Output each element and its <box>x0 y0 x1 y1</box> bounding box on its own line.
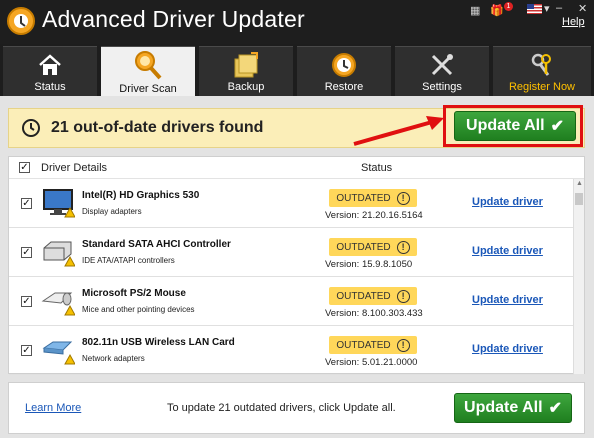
driver-table: ✓ Driver Details Status ✓ Intel(R) HD Gr… <box>8 156 585 375</box>
scroll-up-icon[interactable]: ▲ <box>576 180 583 187</box>
table-row: ✓ Microsoft PS/2 Mouse Mice and other po… <box>9 277 574 326</box>
driver-version: Version: 5.01.21.0000 <box>325 357 418 368</box>
footer-update-all-button[interactable]: Update All ✔ <box>454 393 572 423</box>
main-content: 21 out-of-date drivers found ✓ Driver De… <box>0 96 594 438</box>
warning-icon: ! <box>396 240 410 254</box>
status-badge: OUTDATED! <box>329 238 417 256</box>
clock-restore-icon <box>332 53 356 77</box>
table-row: ✓ Standard SATA AHCI Controller IDE ATA/… <box>9 228 574 277</box>
main-tabs: Status Driver Scan Backup Restore Settin… <box>0 44 594 98</box>
driver-category: Display adapters <box>82 207 142 216</box>
driver-category: Network adapters <box>82 354 145 363</box>
driver-category: IDE ATA/ATAPI controllers <box>82 256 175 265</box>
highlight-box <box>443 105 583 147</box>
drive-icon <box>43 241 75 267</box>
title-bar: Advanced Driver Updater ▦ 🎁 1 ▾ ‒ ✕ Help <box>0 0 594 44</box>
home-icon <box>39 54 61 75</box>
footer-message: To update 21 outdated drivers, click Upd… <box>167 402 396 414</box>
driver-version: Version: 15.9.8.1050 <box>325 259 413 270</box>
driver-version: Version: 21.20.16.5164 <box>325 210 423 221</box>
update-driver-link[interactable]: Update driver <box>472 245 543 257</box>
row-checkbox[interactable]: ✓ <box>21 198 32 209</box>
table-header: ✓ Driver Details Status <box>9 157 584 179</box>
scrollbar[interactable]: ▲ <box>573 179 584 374</box>
update-driver-link[interactable]: Update driver <box>472 294 543 306</box>
table-row: ✓ Intel(R) HD Graphics 530 Display adapt… <box>9 179 574 228</box>
driver-name: Microsoft PS/2 Mouse <box>82 288 186 299</box>
tab-restore[interactable]: Restore <box>297 46 391 96</box>
language-flag-icon[interactable] <box>527 4 542 14</box>
tab-status[interactable]: Status <box>3 46 97 96</box>
tab-register-now[interactable]: Register Now <box>493 46 591 96</box>
help-link[interactable]: Help <box>562 16 585 28</box>
driver-category: Mice and other pointing devices <box>82 305 195 314</box>
keys-icon <box>531 53 551 76</box>
row-checkbox[interactable]: ✓ <box>21 296 32 307</box>
driver-name: Standard SATA AHCI Controller <box>82 239 231 250</box>
warning-icon: ! <box>396 191 410 205</box>
app-title: Advanced Driver Updater <box>42 6 305 32</box>
keyboard-mouse-icon <box>41 292 75 316</box>
close-icon[interactable]: ✕ <box>578 2 587 15</box>
app-logo-icon <box>7 7 35 35</box>
select-all-checkbox[interactable]: ✓ <box>19 162 30 173</box>
warning-icon: ! <box>396 289 410 303</box>
row-checkbox[interactable]: ✓ <box>21 247 32 258</box>
status-badge: OUTDATED! <box>329 287 417 305</box>
status-badge: OUTDATED! <box>329 189 417 207</box>
drivers-found-message: 21 out-of-date drivers found <box>51 119 264 136</box>
col-status: Status <box>361 162 393 174</box>
table-row: ✓ 802.11n USB Wireless LAN Card Network … <box>9 326 574 375</box>
red-arrow-icon <box>353 116 444 146</box>
network-card-icon <box>42 341 75 365</box>
scroll-thumb[interactable] <box>575 193 583 205</box>
clock-icon <box>22 119 40 137</box>
tab-backup[interactable]: Backup <box>199 46 293 96</box>
learn-more-link[interactable]: Learn More <box>25 402 81 414</box>
tab-settings[interactable]: Settings <box>395 46 489 96</box>
tools-icon <box>431 54 453 76</box>
driver-name: Intel(R) HD Graphics 530 <box>82 190 200 201</box>
menu-icon[interactable]: ▦ <box>470 4 480 18</box>
update-driver-link[interactable]: Update driver <box>472 343 543 355</box>
driver-name: 802.11n USB Wireless LAN Card <box>82 337 235 348</box>
language-dropdown-icon[interactable]: ▾ <box>544 2 550 15</box>
notification-badge: 1 <box>504 2 513 11</box>
backup-icon <box>234 52 258 78</box>
monitor-icon <box>43 189 75 218</box>
checkmark-icon: ✔ <box>548 400 562 417</box>
minimize-icon[interactable]: ‒ <box>556 2 562 14</box>
warning-icon: ! <box>396 338 410 352</box>
status-badge: OUTDATED! <box>329 336 417 354</box>
magnifier-icon <box>135 51 162 80</box>
row-checkbox[interactable]: ✓ <box>21 345 32 356</box>
notification-icon[interactable]: 🎁 <box>490 4 504 18</box>
tab-driver-scan[interactable]: Driver Scan <box>101 46 195 98</box>
driver-version: Version: 8.100.303.433 <box>325 308 423 319</box>
col-driver-details: Driver Details <box>41 162 108 174</box>
update-driver-link[interactable]: Update driver <box>472 196 543 208</box>
